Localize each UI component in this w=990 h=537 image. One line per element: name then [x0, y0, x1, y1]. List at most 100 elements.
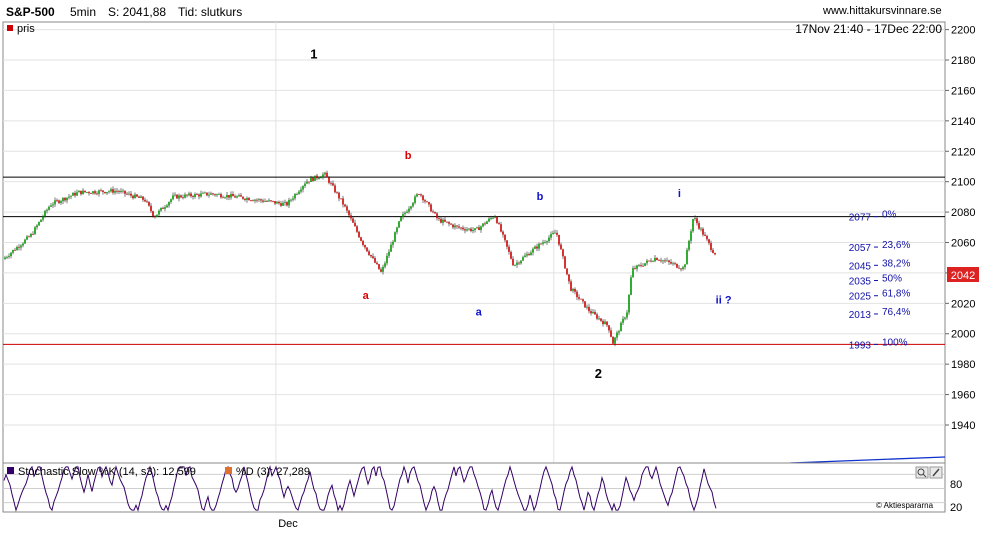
candle-body [674, 263, 676, 265]
candle-body [612, 336, 614, 344]
candle-body [76, 192, 78, 196]
candle-body [82, 190, 84, 195]
candle-body [442, 219, 444, 223]
candle-body [552, 232, 554, 234]
candle-body [354, 222, 356, 227]
candle-body [702, 228, 704, 235]
stoch-k-swatch [7, 467, 14, 474]
candle-body [94, 191, 96, 194]
candle-body [224, 197, 226, 199]
candle-body [594, 311, 596, 315]
candle-body [244, 198, 246, 200]
candle-body [210, 193, 212, 195]
candle-body [218, 194, 220, 195]
candle-body [572, 288, 574, 291]
candle-body [644, 263, 646, 266]
candle-body [80, 190, 82, 195]
candle-body [456, 225, 458, 227]
candle-body [382, 266, 384, 272]
candle-body [276, 201, 278, 204]
candle-body [104, 191, 106, 194]
candle-body [88, 192, 90, 194]
candle-body [626, 312, 628, 318]
candle-body [156, 214, 158, 218]
candle-body [260, 199, 262, 201]
candle-body [502, 231, 504, 235]
candle-body [704, 234, 706, 236]
candle-body [630, 277, 632, 295]
candle-body [396, 227, 398, 233]
y-tick-label: 1940 [951, 420, 975, 432]
candle-body [470, 228, 472, 232]
candle-body [544, 242, 546, 244]
candle-body [142, 196, 144, 200]
candle-body [472, 230, 474, 232]
candle-body [116, 190, 118, 192]
candle-body [526, 254, 528, 256]
date-range-label: 17Nov 21:40 - 17Dec 22:00 [795, 22, 942, 36]
fib-percent-label: 23,6% [882, 240, 910, 251]
candle-body [664, 260, 666, 262]
candle-body [670, 262, 672, 264]
candle-body [602, 320, 604, 325]
candle-body [44, 210, 46, 217]
candle-body [628, 294, 630, 313]
stoch-d-legend: %D (3): 27,289 [236, 466, 310, 478]
candle-body [668, 260, 670, 263]
candle-body [248, 198, 250, 201]
candle-body [292, 198, 294, 200]
candle-body [656, 257, 658, 261]
fib-price-label: 1993 [849, 340, 872, 351]
candle-body [676, 263, 678, 268]
candle-body [424, 200, 426, 202]
candle-body [338, 192, 340, 199]
candle-body [214, 194, 216, 196]
candle-body [468, 228, 470, 230]
candle-body [616, 332, 618, 338]
candle-body [448, 222, 450, 224]
candle-body [154, 216, 156, 218]
candle-body [126, 193, 128, 195]
candle-body [680, 268, 682, 270]
candle-body [654, 257, 656, 262]
candle-body [374, 257, 376, 263]
candle-body [404, 212, 406, 215]
y-tick-label: 2060 [951, 238, 975, 250]
candle-body [466, 229, 468, 231]
candle-body [274, 201, 276, 204]
candle-body [484, 223, 486, 225]
candle-body [710, 243, 712, 250]
candle-body [444, 219, 446, 222]
candle-body [586, 306, 588, 308]
candle-body [522, 257, 524, 261]
candle-body [184, 194, 186, 198]
candle-body [384, 263, 386, 267]
candle-body [34, 227, 36, 235]
candle-body [228, 194, 230, 198]
candle-body [280, 203, 282, 206]
candle-body [52, 204, 54, 206]
candle-body [176, 194, 178, 199]
candle-body [678, 267, 680, 269]
y-tick-label: 2180 [951, 55, 975, 67]
candle-body [582, 299, 584, 302]
candle-body [508, 246, 510, 252]
candle-body [68, 196, 70, 198]
y-tick-label: 2200 [951, 25, 975, 37]
candle-body [458, 226, 460, 228]
candle-body [226, 194, 228, 198]
candle-body [516, 262, 518, 265]
candle-body [550, 233, 552, 238]
candle-body [546, 241, 548, 243]
candle-body [106, 192, 108, 194]
wrench-icon[interactable] [929, 466, 943, 479]
candle-body [14, 249, 16, 251]
candle-body [480, 226, 482, 231]
candle-body [336, 192, 338, 194]
wave-label: ii ? [716, 294, 732, 306]
y-tick-label: 2100 [951, 177, 975, 189]
candle-body [542, 242, 544, 244]
candle-body [148, 201, 150, 206]
magnify-icon[interactable] [915, 466, 929, 479]
candle-body [636, 265, 638, 269]
